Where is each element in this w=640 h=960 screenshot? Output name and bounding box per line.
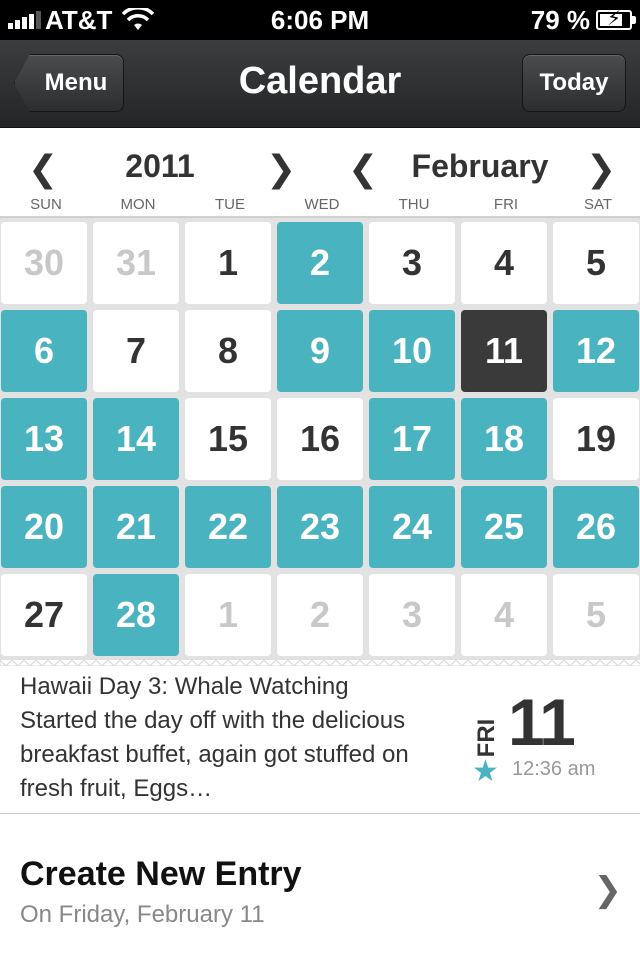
nav-bar: Menu Calendar Today (0, 40, 640, 128)
calendar-day-cell[interactable]: 31 (93, 222, 179, 304)
status-bar: AT&T 6:06 PM 79 % ⚡ (0, 0, 640, 40)
entry-day-number: 11 (508, 685, 576, 759)
calendar-day-cell[interactable]: 23 (277, 486, 363, 568)
battery-icon: ⚡ (596, 8, 636, 30)
calendar-day-cell[interactable]: 10 (369, 310, 455, 392)
calendar-day-cell[interactable]: 22 (185, 486, 271, 568)
calendar-day-cell[interactable]: 7 (93, 310, 179, 392)
month-label: February (411, 148, 549, 184)
battery-percent: 79 % (530, 4, 590, 35)
calendar-day-cell[interactable]: 5 (553, 222, 639, 304)
calendar-day-cell[interactable]: 26 (553, 486, 639, 568)
calendar-day-cell[interactable]: 8 (185, 310, 271, 392)
charging-icon: ⚡ (607, 8, 622, 30)
calendar-day-cell[interactable]: 27 (1, 574, 87, 656)
calendar-day-cell[interactable]: 13 (1, 398, 87, 480)
calendar-day-cell[interactable]: 15 (185, 398, 271, 480)
status-right: 79 % ⚡ (530, 4, 636, 35)
entry-time: 12:36 am (512, 758, 596, 780)
calendar-day-cell[interactable]: 24 (369, 486, 455, 568)
calendar-day-cell[interactable]: 20 (1, 486, 87, 568)
calendar-day-cell[interactable]: 12 (553, 310, 639, 392)
star-icon: ★ (472, 755, 499, 788)
create-entry-title: Create New Entry (20, 855, 302, 893)
prev-month-chevron-icon[interactable]: ❮ (348, 148, 378, 190)
calendar-grid: 30 31 1 2 3 4 5 6 7 8 9 10 11 12 13 14 15 16 17 18 19 20 21 22 2… (0, 216, 640, 660)
calendar-day-cell[interactable]: 4 (461, 222, 547, 304)
calendar-day-cell[interactable]: 30 (1, 222, 87, 304)
zigzag-divider (0, 659, 640, 666)
calendar-day-cell[interactable]: 16 (277, 398, 363, 480)
day-of-week-label: SAT (583, 196, 613, 213)
entry-preview[interactable]: Hawaii Day 3: Whale Watching Started the… (0, 666, 640, 814)
day-of-week-label: WED (304, 196, 340, 213)
calendar-day-cell[interactable]: 2 (277, 574, 363, 656)
next-month-chevron-icon[interactable]: ❯ (586, 148, 616, 190)
day-of-week-label: TUE (215, 196, 245, 213)
date-selector: ❮ 2011 ❯ ❮ February ❯ SUN MON TUE WED THU FRI… (0, 128, 640, 218)
day-of-week-label: MON (120, 196, 156, 213)
calendar-day-cell[interactable]: 5 (553, 574, 639, 656)
calendar-day-cell[interactable]: 6 (1, 310, 87, 392)
calendar-day-cell[interactable]: 2 (277, 222, 363, 304)
day-of-week-label: FRI (493, 196, 519, 213)
calendar-day-cell[interactable]: 1 (185, 574, 271, 656)
next-year-chevron-icon[interactable]: ❯ (266, 148, 296, 190)
calendar-day-cell[interactable]: 25 (461, 486, 547, 568)
calendar-day-cell[interactable]: 14 (93, 398, 179, 480)
calendar-day-cell[interactable]: 1 (185, 222, 271, 304)
create-entry-subtitle: On Friday, February 11 (20, 901, 265, 928)
calendar-day-cell[interactable]: 9 (277, 310, 363, 392)
day-of-week-label: SUN (30, 196, 62, 213)
calendar-day-cell[interactable]: 3 (369, 574, 455, 656)
calendar-day-cell[interactable]: 18 (461, 398, 547, 480)
calendar-day-cell[interactable]: 21 (93, 486, 179, 568)
prev-year-chevron-icon[interactable]: ❮ (28, 148, 58, 190)
calendar-day-cell[interactable]: 19 (553, 398, 639, 480)
calendar-day-cell[interactable]: 17 (369, 398, 455, 480)
calendar-day-cell[interactable]: 4 (461, 574, 547, 656)
year-label: 2011 (125, 148, 195, 184)
today-button[interactable]: Today (522, 54, 626, 112)
calendar-day-cell[interactable]: 28 (93, 574, 179, 656)
entry-title: Hawaii Day 3: Whale Watching (20, 673, 349, 700)
create-new-entry-button[interactable]: Create New Entry On Friday, February 11 … (0, 815, 640, 960)
chevron-right-icon: ❯ (593, 871, 623, 909)
calendar-day-cell[interactable]: 3 (369, 222, 455, 304)
calendar-day-cell[interactable]: 11 (461, 310, 547, 392)
entry-body: Started the day off with the delicious b… (20, 707, 409, 802)
entry-text: Hawaii Day 3: Whale Watching Started the… (20, 670, 420, 806)
day-of-week-label: THU (398, 196, 430, 213)
